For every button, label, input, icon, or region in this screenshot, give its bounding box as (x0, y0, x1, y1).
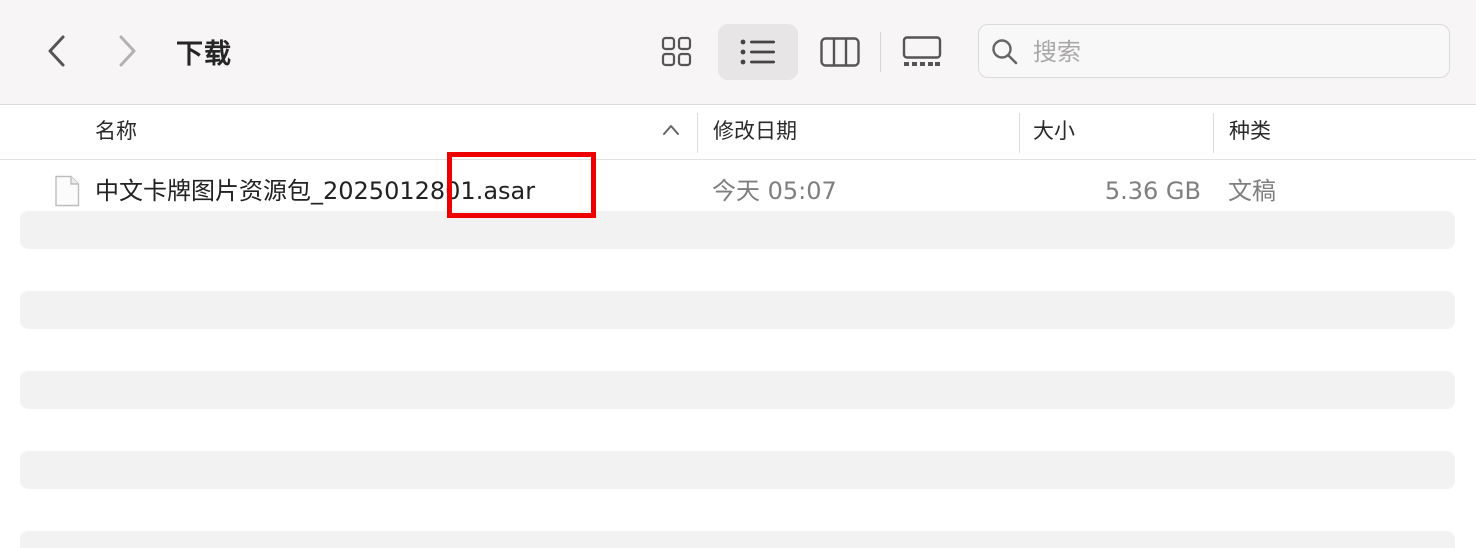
toolbar: 下载 (0, 0, 1476, 105)
column-header-size[interactable]: 大小 (1033, 105, 1075, 159)
column-divider[interactable] (1213, 113, 1214, 153)
icon-view-icon (661, 36, 692, 67)
chevron-right-icon (119, 35, 136, 67)
window-title: 下载 (176, 39, 232, 70)
column-header-kind[interactable]: 种类 (1229, 105, 1271, 159)
gallery-view-button[interactable] (893, 24, 951, 80)
file-size: 5.36 GB (1104, 177, 1201, 205)
column-header-modified[interactable]: 修改日期 (713, 105, 797, 159)
forward-button[interactable] (112, 30, 142, 72)
file-row[interactable]: 中文卡牌图片资源包_2025012801.asar 今天 05:07 5.36 … (20, 172, 1455, 210)
file-name: 中文卡牌图片资源包_2025012801.asar (95, 177, 536, 205)
search-input[interactable] (1031, 33, 1435, 71)
empty-row (20, 211, 1455, 249)
gallery-view-icon (902, 36, 942, 66)
list-view-button[interactable] (718, 24, 798, 80)
list-view-icon (740, 39, 775, 65)
search-icon (992, 39, 1018, 65)
document-icon (55, 175, 80, 207)
toolbar-divider (880, 32, 881, 72)
column-divider[interactable] (1019, 113, 1020, 153)
empty-row (20, 371, 1455, 409)
column-view-button[interactable] (812, 24, 868, 80)
icon-view-button[interactable] (650, 24, 704, 80)
empty-row (20, 291, 1455, 329)
column-header-name[interactable]: 名称 (95, 105, 137, 159)
chevron-left-icon (48, 35, 65, 67)
empty-row (20, 451, 1455, 489)
search-field[interactable] (978, 24, 1450, 78)
column-view-icon (820, 37, 860, 67)
file-kind: 文稿 (1228, 177, 1276, 205)
column-header-row: 名称 修改日期 大小 种类 (0, 105, 1476, 160)
empty-row (20, 531, 1455, 548)
chevron-up-icon[interactable] (662, 123, 680, 137)
column-divider[interactable] (697, 113, 698, 153)
file-modified: 今天 05:07 (712, 177, 837, 205)
back-button[interactable] (42, 30, 72, 72)
